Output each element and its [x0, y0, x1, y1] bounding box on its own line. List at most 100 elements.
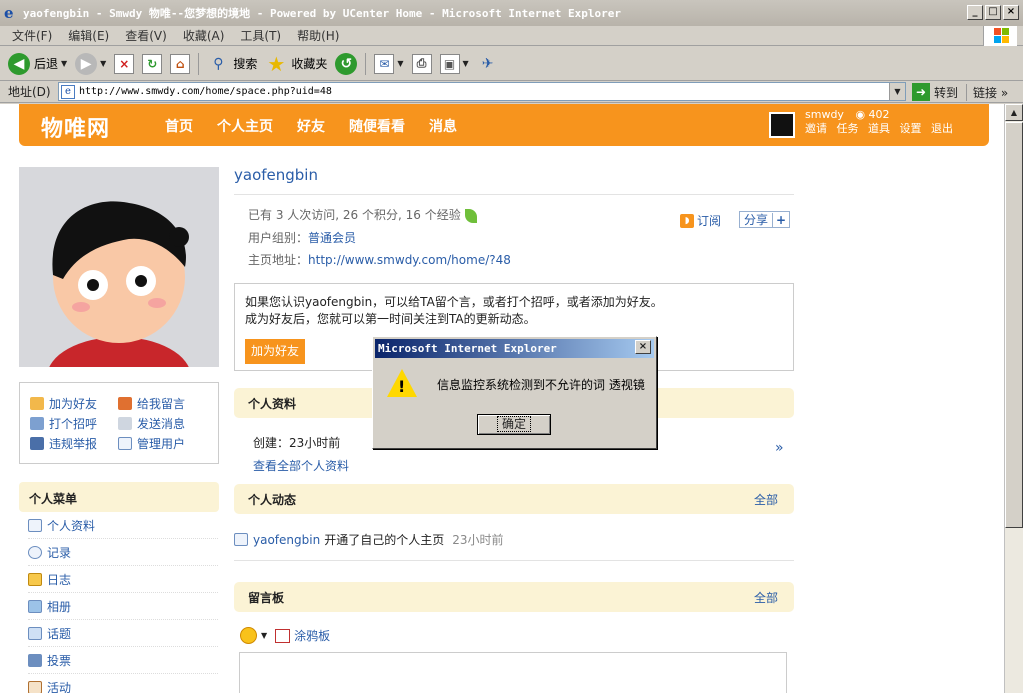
menu-item-events[interactable]: 活动	[28, 674, 218, 693]
menu-tools[interactable]: 工具(T)	[240, 27, 281, 44]
search-button[interactable]: ⚲ 搜索	[207, 53, 257, 75]
nav-tasks[interactable]: 任务	[837, 122, 859, 135]
print-button[interactable]: ⎙	[411, 53, 432, 74]
menu-favorites[interactable]: 收藏(A)	[183, 27, 225, 44]
view-all-profile-link[interactable]: 查看全部个人资料	[253, 457, 349, 474]
nav-invite[interactable]: 邀请	[805, 122, 827, 135]
nav-username[interactable]: smwdy	[805, 108, 844, 121]
manage-user-link[interactable]: 管理用户	[118, 435, 206, 452]
nav-my-home[interactable]: 个人主页	[217, 116, 273, 136]
menu-item-album[interactable]: 相册	[28, 593, 218, 620]
calendar-icon	[28, 680, 42, 693]
nav-logout[interactable]: 退出	[931, 122, 953, 135]
address-url[interactable]: http://www.smwdy.com/home/space.php?uid=…	[79, 86, 332, 97]
nav-browse[interactable]: 随便看看	[349, 116, 405, 136]
close-button[interactable]: ×	[1003, 5, 1019, 20]
menu-file[interactable]: 文件(F)	[12, 27, 52, 44]
menu-edit[interactable]: 编辑(E)	[68, 27, 109, 44]
address-label: 地址(D)	[8, 85, 51, 99]
divider	[234, 560, 794, 561]
favorites-button[interactable]: ★ 收藏夹	[265, 51, 327, 76]
home-button[interactable]: ⌂	[170, 53, 191, 74]
divider	[234, 194, 794, 195]
minimize-button[interactable]: _	[967, 5, 983, 20]
dialog-titlebar: Microsoft Internet Explorer	[375, 339, 654, 358]
user-avatar[interactable]	[769, 112, 795, 138]
profile-actions: 加为好友 给我留言 打个招呼 发送消息 违规举报 管理用户	[19, 382, 219, 464]
refresh-button[interactable]: ↻	[142, 53, 163, 74]
envelope-icon	[118, 416, 132, 430]
greet-link[interactable]: 打个招呼	[30, 415, 118, 432]
menubar: 文件(F) 编辑(E) 查看(V) 收藏(A) 工具(T) 帮助(H)	[0, 26, 1023, 46]
section-feed-header: 个人动态 全部	[234, 484, 794, 514]
menu-view[interactable]: 查看(V)	[125, 27, 167, 44]
profile-info: 已有 3 人次访问, 26 个积分, 16 个经验 用户组别：普通会员 主页地址…	[248, 208, 511, 267]
menu-item-records[interactable]: 记录	[28, 539, 218, 566]
handshake-icon	[30, 396, 44, 410]
add-friend-link[interactable]: 加为好友	[30, 395, 118, 412]
board-all-link[interactable]: 全部	[754, 589, 778, 606]
feed-all-link[interactable]: 全部	[754, 491, 778, 508]
back-button[interactable]: ◀ 后退 ▼	[8, 52, 67, 75]
refresh-icon: ↻	[142, 53, 163, 74]
add-friend-button[interactable]: 加为好友	[245, 339, 306, 364]
messenger-button[interactable]: ✈	[477, 53, 499, 75]
speech-bubble-icon	[28, 545, 42, 559]
mail-icon: ✉	[374, 53, 395, 74]
dialog-ok-button[interactable]: 确定	[477, 414, 551, 435]
menu-item-topics[interactable]: 话题	[28, 620, 218, 647]
go-arrow-icon: ➜	[912, 83, 930, 101]
site-logo[interactable]: 物唯网	[41, 111, 110, 143]
smiley-icon[interactable]	[240, 627, 257, 644]
go-button[interactable]: ➜ 转到	[912, 83, 958, 101]
graffiti-link[interactable]: 涂鸦板	[294, 627, 330, 644]
leave-message-link[interactable]: 给我留言	[118, 395, 206, 412]
feed-item: yaofengbin 开通了自己的个人主页 23小时前	[234, 531, 503, 548]
message-textarea[interactable]	[239, 652, 787, 693]
home-url-link[interactable]: http://www.smwdy.com/home/?48	[308, 253, 511, 267]
nav-messages[interactable]: 消息	[429, 116, 457, 136]
address-bar: 地址(D) e http://www.smwdy.com/home/space.…	[0, 81, 1023, 103]
history-button[interactable]: ↺	[335, 52, 358, 75]
alert-dialog: Microsoft Internet Explorer × ! 信息监控系统检测…	[372, 336, 657, 449]
scroll-up-icon[interactable]: ▲	[1005, 104, 1023, 121]
menu-item-profile[interactable]: 个人资料	[28, 512, 218, 539]
stop-button[interactable]: ×	[114, 53, 135, 74]
address-input[interactable]: e http://www.smwdy.com/home/space.php?ui…	[58, 82, 906, 101]
mail-button[interactable]: ✉ ▼	[374, 53, 404, 74]
nav-home[interactable]: 首页	[165, 116, 193, 136]
feed-user-link[interactable]: yaofengbin	[253, 533, 320, 547]
toolbar: ◀ 后退 ▼ ▶ ▼ × ↻ ⌂ ⚲ 搜索 ★ 收藏夹 ↺ ✉ ▼ ⎙ ▣ ▼ …	[0, 47, 1023, 81]
police-icon	[30, 436, 44, 450]
dropdown-arrow-icon[interactable]: ▼	[261, 631, 267, 640]
user-group-link[interactable]: 普通会员	[308, 231, 356, 245]
vertical-scrollbar[interactable]: ▲	[1004, 104, 1023, 693]
share-plus-icon: +	[772, 212, 789, 227]
links-button[interactable]: 链接 »	[966, 84, 1008, 101]
menu-help[interactable]: 帮助(H)	[297, 27, 339, 44]
nav-props[interactable]: 道具	[868, 122, 890, 135]
dialog-close-button[interactable]: ×	[635, 340, 651, 354]
edit-button[interactable]: ▣ ▼	[439, 53, 469, 74]
send-message-link[interactable]: 发送消息	[118, 415, 206, 432]
nav-friends[interactable]: 好友	[297, 116, 325, 136]
forward-button[interactable]: ▶ ▼	[75, 52, 107, 75]
window-title: yaofengbin - Smwdy 物唯--您梦想的境地 - Powered …	[23, 7, 621, 20]
ie-icon: e	[4, 4, 14, 22]
report-link[interactable]: 违规举报	[30, 435, 118, 452]
maximize-button[interactable]: □	[985, 5, 1001, 20]
nav-settings[interactable]: 设置	[900, 122, 922, 135]
menu-item-poll[interactable]: 投票	[28, 647, 218, 674]
profile-card-icon	[28, 518, 42, 532]
dropdown-arrow-icon: ▼	[100, 59, 107, 68]
subscribe-link[interactable]: ◗ 订阅	[680, 212, 721, 229]
star-icon: ★	[267, 51, 286, 76]
scroll-thumb[interactable]	[1005, 122, 1023, 528]
menu-item-blog[interactable]: 日志	[28, 566, 218, 593]
address-dropdown-icon[interactable]: ▼	[889, 83, 905, 100]
expand-arrow[interactable]: »	[775, 440, 784, 456]
edit-icon: ▣	[439, 53, 460, 74]
share-button[interactable]: 分享 +	[739, 211, 791, 228]
dropdown-arrow-icon: ▼	[462, 59, 469, 68]
dropdown-arrow-icon: ▼	[397, 59, 404, 68]
